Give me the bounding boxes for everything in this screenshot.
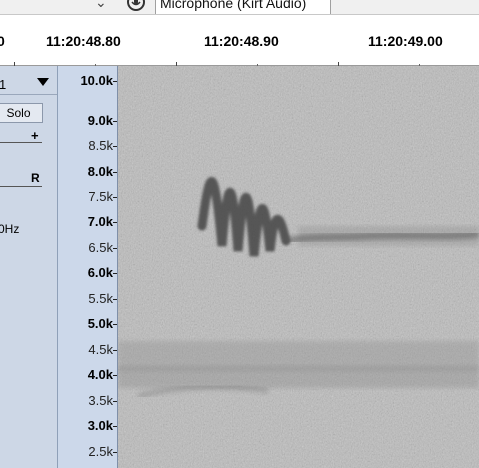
frequency-tick (113, 121, 117, 122)
frequency-scale[interactable]: 10.0k 9.0k 8.5k 8.0k 7.5k 7.0k 6.5k 6.0k 5.5k 5.0… (58, 66, 118, 468)
frequency-label: 6.5k (88, 240, 113, 255)
frequency-label: 7.5k (88, 189, 113, 204)
frequency-tick (113, 273, 117, 274)
timeline-label: 11:20:49.00 (368, 33, 443, 49)
frequency-tick (113, 401, 117, 402)
frequency-label: 5.5k (88, 291, 113, 306)
timeline-ruler[interactable]: 0 11:20:48.80 11:20:48.90 11:20:49.00 (0, 15, 479, 66)
frequency-label: 5.0k (87, 316, 113, 331)
frequency-tick (113, 299, 117, 300)
pan-right-label: R (31, 171, 40, 185)
spectrogram-canvas (118, 66, 479, 468)
microphone-icon (126, 0, 146, 12)
timeline-label: 11:20:48.90 (204, 33, 279, 49)
solo-button[interactable]: Solo (0, 103, 43, 123)
timeline-label-partial: 0 (0, 33, 5, 49)
frequency-tick (113, 426, 117, 427)
device-toolbar: ⌄ Microphone (Kirt Audio) (0, 0, 479, 15)
pan-slider[interactable]: R (0, 171, 46, 192)
frequency-label: 10.0k (80, 73, 113, 88)
frequency-label: 6.0k (87, 265, 113, 280)
frequency-tick (113, 222, 117, 223)
frequency-label: 8.0k (87, 164, 113, 179)
frequency-label: 3.5k (88, 393, 113, 408)
gain-slider-track (0, 142, 42, 143)
frequency-tick (113, 375, 117, 376)
gain-slider[interactable]: + (0, 128, 46, 150)
frequency-tick (113, 197, 117, 198)
gain-plus-label: + (31, 128, 39, 143)
frequency-tick (113, 452, 117, 453)
frequency-label: 7.0k (87, 214, 113, 229)
frequency-label: 4.5k (88, 342, 113, 357)
frequency-label: 4.0k (87, 367, 113, 382)
frequency-label: 8.5k (88, 138, 113, 153)
frequency-tick (113, 172, 117, 173)
track-name-menu[interactable]: 1 (0, 76, 57, 95)
sample-rate-info: 0Hz (0, 222, 20, 236)
spectrogram-view[interactable] (118, 66, 479, 468)
frequency-label: 9.0k (87, 113, 113, 128)
frequency-tick (113, 248, 117, 249)
pan-slider-track (0, 186, 42, 187)
track-name: 1 (0, 77, 6, 92)
recording-device-select[interactable]: Microphone (Kirt Audio) (155, 0, 331, 14)
frequency-label: 2.5k (88, 444, 113, 459)
frequency-tick (113, 146, 117, 147)
frequency-tick (113, 324, 117, 325)
host-dropdown-chevron-icon[interactable]: ⌄ (95, 0, 107, 11)
track-control-panel: 1 Solo + R 0Hz (0, 66, 58, 468)
timeline-label: 11:20:48.80 (46, 33, 121, 49)
frequency-tick (113, 81, 117, 82)
triangle-down-icon[interactable] (37, 78, 49, 86)
frequency-tick (113, 350, 117, 351)
frequency-label: 3.0k (87, 418, 113, 433)
